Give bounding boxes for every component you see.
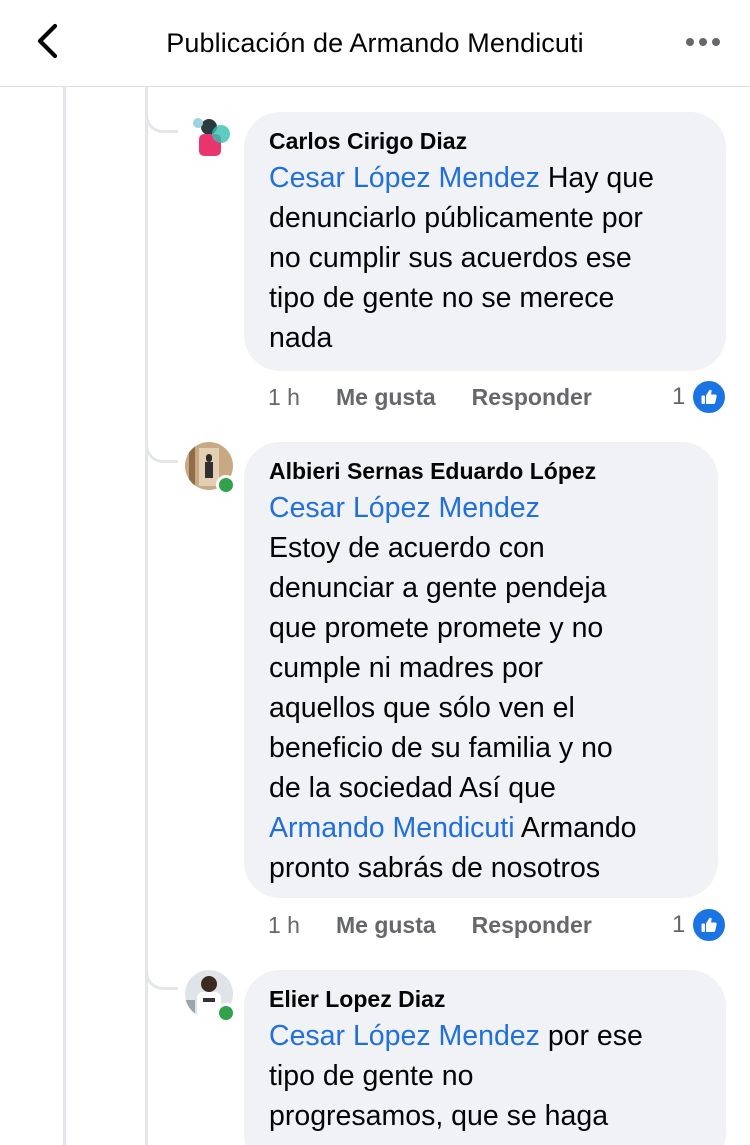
reply-button[interactable]: Responder: [472, 384, 592, 411]
more-horizontal-icon: [686, 38, 720, 46]
reaction-count: 1: [672, 911, 686, 938]
comment-text-segment: denunciarlo públicamente por: [269, 202, 643, 234]
comment-text-segment: Estoy de acuerdo con: [269, 532, 545, 564]
comment-author[interactable]: Carlos Cirigo Diaz: [269, 124, 702, 158]
comment-bubble: Elier Lopez Diaz Cesar López Mendez por …: [244, 970, 726, 1145]
comment-text-segment: pronto sabrás de nosotros: [269, 852, 601, 884]
mention-link[interactable]: Cesar López Mendez: [269, 162, 540, 194]
comment-author[interactable]: Elier Lopez Diaz: [269, 982, 702, 1016]
like-button[interactable]: Me gusta: [336, 912, 436, 939]
mention-link[interactable]: Cesar López Mendez: [269, 1020, 540, 1052]
thread-branch: [145, 438, 178, 463]
more-options-button[interactable]: [678, 24, 728, 60]
comment-actions: 1 h Me gusta Responder: [268, 908, 628, 942]
comment-text-segment: Hay que: [539, 162, 654, 194]
thumbs-up-icon: [691, 907, 728, 943]
mention-link[interactable]: Cesar López Mendez: [269, 492, 540, 524]
back-button[interactable]: [22, 18, 72, 64]
comment-text: Cesar López Mendez Hay que denunciarlo p…: [269, 158, 702, 358]
reaction-count: 1: [672, 383, 686, 410]
comment-text-segment: aquellos que sólo ven el: [269, 692, 575, 724]
reply-button[interactable]: Responder: [472, 912, 592, 939]
reaction-summary[interactable]: 1: [672, 907, 728, 943]
comment-author[interactable]: Albieri Sernas Eduardo López: [269, 454, 694, 488]
comment-text-segment: beneficio de su familia y no: [269, 732, 613, 764]
comment-text-segment: que promete promete y no: [269, 612, 604, 644]
comment-bubble: Carlos Cirigo Diaz Cesar López Mendez Ha…: [244, 112, 726, 371]
thread-line-inner: [145, 86, 148, 1145]
like-button[interactable]: Me gusta: [336, 384, 436, 411]
mention-link[interactable]: Armando Mendicuti: [269, 812, 515, 844]
page-title: Publicación de Armando Mendicuti: [166, 27, 584, 58]
avatar[interactable]: [185, 112, 233, 160]
comment-text-segment: denunciar a gente pendeja: [269, 572, 607, 604]
online-status-indicator: [216, 1003, 236, 1023]
comment-text-segment: no cumplir sus acuerdos ese: [269, 242, 632, 274]
comment-time[interactable]: 1 h: [268, 384, 300, 411]
comment-text: Cesar López Mendez por ese tipo de gente…: [269, 1016, 702, 1136]
comment-text-segment: tipo de gente no: [269, 1060, 474, 1092]
comment-text-segment: tipo de gente no se merece: [269, 282, 615, 314]
comment-bubble: Albieri Sernas Eduardo López Cesar López…: [244, 442, 718, 898]
chevron-left-icon: [37, 23, 58, 59]
profile-photo-icon: [185, 112, 233, 160]
thumbs-up-icon: [691, 379, 728, 415]
comment-text-segment: de la sociedad Así que: [269, 772, 556, 804]
comment-text-segment: cumple ni madres por: [269, 652, 544, 684]
comment-time[interactable]: 1 h: [268, 912, 300, 939]
reaction-summary[interactable]: 1: [672, 379, 728, 415]
online-status-indicator: [216, 475, 236, 495]
thread-branch: [145, 965, 178, 990]
comment-text-segment: nada: [269, 322, 333, 354]
thread-line-outer: [63, 86, 66, 1145]
comment-text: Cesar López Mendez Estoy de acuerdo con …: [269, 488, 694, 888]
page: Publicación de Armando Mendicuti Carlos …: [0, 0, 750, 1145]
comment-text-segment: progresamos, que se haga: [269, 1100, 609, 1132]
top-bar: Publicación de Armando Mendicuti: [0, 0, 750, 87]
comment-text-segment: Armando: [514, 812, 637, 844]
thread-branch: [145, 108, 178, 133]
comment-text-segment: por ese: [539, 1020, 643, 1052]
comment-actions: 1 h Me gusta Responder: [268, 380, 628, 414]
